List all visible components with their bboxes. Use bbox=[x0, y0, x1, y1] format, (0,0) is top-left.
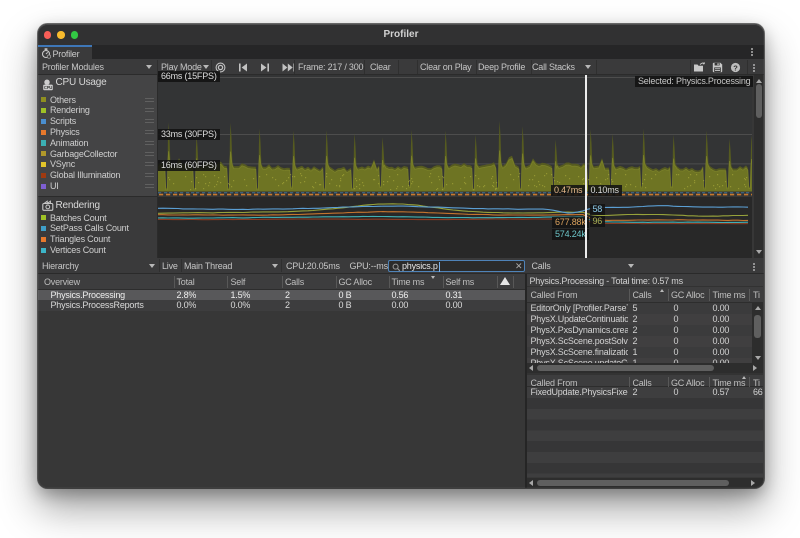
svg-text:CPU: CPU bbox=[43, 85, 51, 90]
svg-text:?: ? bbox=[733, 63, 738, 72]
